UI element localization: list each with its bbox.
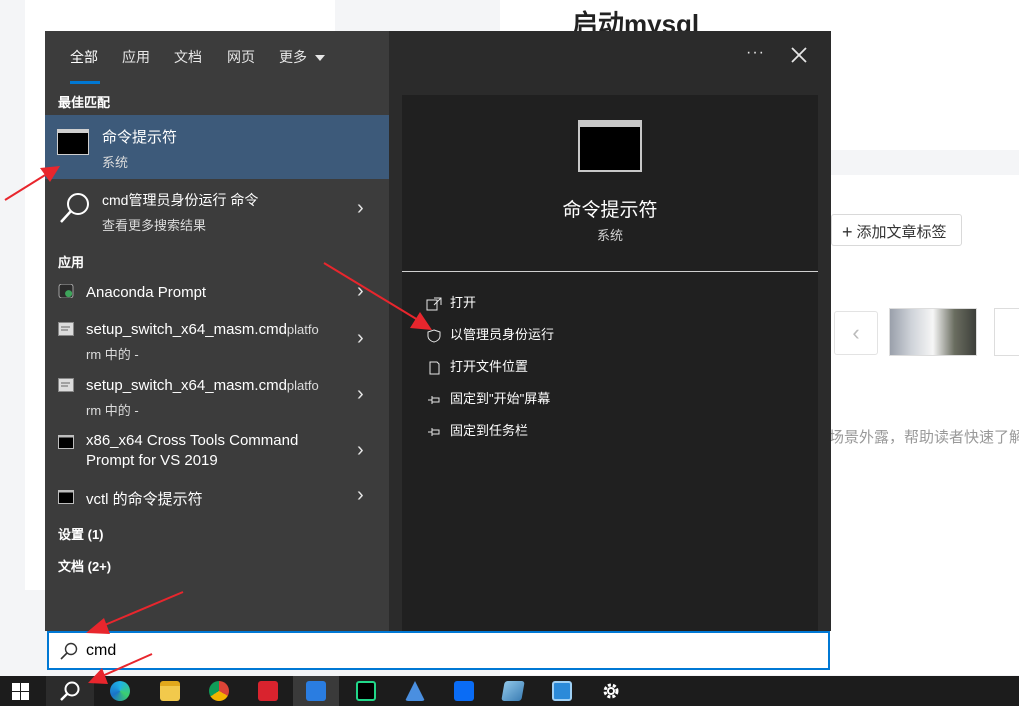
feishu-icon[interactable] xyxy=(293,676,339,706)
anaconda-icon xyxy=(58,284,74,298)
action-run-as-admin[interactable]: 以管理员身份运行 xyxy=(424,324,554,343)
best-match-header: 最佳匹配 xyxy=(58,95,111,110)
chevron-right-icon[interactable]: › xyxy=(357,484,364,507)
app-result-title: setup_switch_x64_masm.cmd xyxy=(86,321,287,338)
chevron-right-icon[interactable]: › xyxy=(357,439,364,462)
search-icon xyxy=(60,681,80,701)
action-pin-to-start[interactable]: 固定到"开始"屏幕 xyxy=(424,388,550,407)
shield-icon xyxy=(427,329,441,343)
app-result[interactable]: setup_switch_x64_masm.cmdplatfo rm 中的 - … xyxy=(45,371,389,423)
wps-icon[interactable] xyxy=(245,676,291,706)
action-open-file-location-label: 打开文件位置 xyxy=(450,359,529,374)
cmd-icon xyxy=(57,129,89,155)
search-tabs: 全部 应用 文档 网页 更多 xyxy=(45,31,831,91)
file-location-icon xyxy=(429,361,440,375)
settings-header[interactable]: 设置 (1) xyxy=(58,524,104,543)
tab-web[interactable]: 网页 xyxy=(227,47,255,67)
script-file-icon xyxy=(58,378,74,392)
search-flyout: 全部 应用 文档 网页 更多 最佳匹配 命令提示符 系统 cmd管理员身份运行 … xyxy=(45,31,831,631)
close-icon[interactable] xyxy=(789,45,809,65)
terminal-icon xyxy=(58,490,74,504)
search-query[interactable]: cmd xyxy=(86,642,116,660)
app-result-location: rm 中的 - xyxy=(86,403,139,418)
pin-icon xyxy=(428,395,440,404)
add-tag-label: 添加文章标签 xyxy=(856,224,947,241)
file-explorer-icon[interactable] xyxy=(147,676,193,706)
app-result-title: setup_switch_x64_masm.cmd xyxy=(86,377,287,394)
active-tab-indicator xyxy=(70,81,100,84)
chevron-right-icon[interactable]: › xyxy=(357,280,364,303)
preview-pane: 命令提示符 系统 打开 以管理员身份运行 打开文件位置 固定到"开始"屏幕 固定… xyxy=(402,95,818,631)
app-result-title: vctl 的命令提示符 xyxy=(86,491,203,508)
app-result-title-line2: Prompt for VS 2019 xyxy=(86,452,218,469)
edge-icon[interactable] xyxy=(97,676,143,706)
app-result-location: rm 中的 - xyxy=(86,347,139,362)
description-snippet: 场景外露，帮助读者快速了解 xyxy=(829,429,1019,446)
cover-thumbnail[interactable] xyxy=(889,308,977,356)
action-open[interactable]: 打开 xyxy=(424,292,476,311)
settings-gear-icon[interactable] xyxy=(588,676,634,706)
tab-apps[interactable]: 应用 xyxy=(122,47,150,67)
action-open-file-location[interactable]: 打开文件位置 xyxy=(424,356,528,375)
preview-subtitle: 系统 xyxy=(596,228,623,243)
chevron-down-icon xyxy=(314,55,325,62)
results-pane: 全部 应用 文档 网页 更多 最佳匹配 命令提示符 系统 cmd管理员身份运行 … xyxy=(45,31,389,631)
app-result[interactable]: vctl 的命令提示符 › xyxy=(45,483,389,513)
app-result-title: Anaconda Prompt xyxy=(86,284,207,301)
app-result-suffix: platfo xyxy=(286,378,319,393)
app-result-suffix: platfo xyxy=(286,322,319,337)
taskbar xyxy=(0,676,1019,706)
documents-header[interactable]: 文档 (2+) xyxy=(58,556,111,575)
more-options-button[interactable]: ··· xyxy=(746,44,765,62)
apps-header: 应用 xyxy=(58,255,85,270)
app-icon[interactable] xyxy=(392,676,438,706)
chrome-icon[interactable] xyxy=(196,676,242,706)
search-icon xyxy=(60,642,78,660)
chevron-right-icon[interactable]: › xyxy=(357,327,364,350)
add-tag-button[interactable]: + 添加文章标签 xyxy=(831,214,962,246)
carousel-prev-button[interactable]: ‹ xyxy=(834,311,878,355)
divider xyxy=(402,271,818,272)
tab-all[interactable]: 全部 xyxy=(70,47,98,67)
action-pin-to-start-label: 固定到"开始"屏幕 xyxy=(450,391,551,406)
chevron-right-icon[interactable]: › xyxy=(357,197,364,220)
cover-thumbnail-2[interactable] xyxy=(994,308,1019,356)
pin-icon xyxy=(428,427,440,436)
search-icon xyxy=(60,193,89,223)
best-match-subtitle: 系统 xyxy=(102,155,129,170)
tab-more[interactable]: 更多 xyxy=(279,47,325,67)
web-result-title: cmd管理员身份运行 命令 xyxy=(102,192,259,208)
app-result[interactable]: setup_switch_x64_masm.cmdplatfo rm 中的 - … xyxy=(45,315,389,367)
open-icon xyxy=(426,297,442,311)
action-run-as-admin-label: 以管理员身份运行 xyxy=(450,327,555,342)
web-result-subtitle: 查看更多搜索结果 xyxy=(102,218,207,233)
app-result[interactable]: x86_x64 Cross Tools Command Prompt for V… xyxy=(45,427,389,479)
remote-desktop-icon[interactable] xyxy=(539,676,585,706)
windows-start-icon[interactable] xyxy=(12,683,29,700)
search-input[interactable]: cmd xyxy=(47,631,830,670)
app-result-title: x86_x64 Cross Tools Command xyxy=(86,432,299,449)
preview-title: 命令提示符 xyxy=(562,200,658,221)
taskbar-search-button[interactable] xyxy=(46,676,94,706)
vmware-icon[interactable] xyxy=(490,676,536,706)
terminal-icon xyxy=(58,435,74,449)
cmd-large-icon xyxy=(578,120,642,172)
action-pin-to-taskbar[interactable]: 固定到任务栏 xyxy=(424,420,528,439)
action-pin-to-taskbar-label: 固定到任务栏 xyxy=(450,423,529,438)
web-search-result[interactable]: cmd管理员身份运行 命令 查看更多搜索结果 › xyxy=(45,179,389,243)
tencent-meeting-icon[interactable] xyxy=(441,676,487,706)
best-match-title: 命令提示符 xyxy=(102,129,178,146)
best-match-item[interactable]: 命令提示符 系统 xyxy=(45,115,389,179)
action-open-label: 打开 xyxy=(450,295,477,310)
plus-icon: + xyxy=(842,222,853,242)
app-result[interactable]: Anaconda Prompt › xyxy=(45,278,389,308)
tab-more-label: 更多 xyxy=(279,49,307,65)
script-file-icon xyxy=(58,322,74,336)
tab-documents[interactable]: 文档 xyxy=(174,47,202,67)
chevron-right-icon[interactable]: › xyxy=(357,383,364,406)
pycharm-icon[interactable] xyxy=(343,676,389,706)
